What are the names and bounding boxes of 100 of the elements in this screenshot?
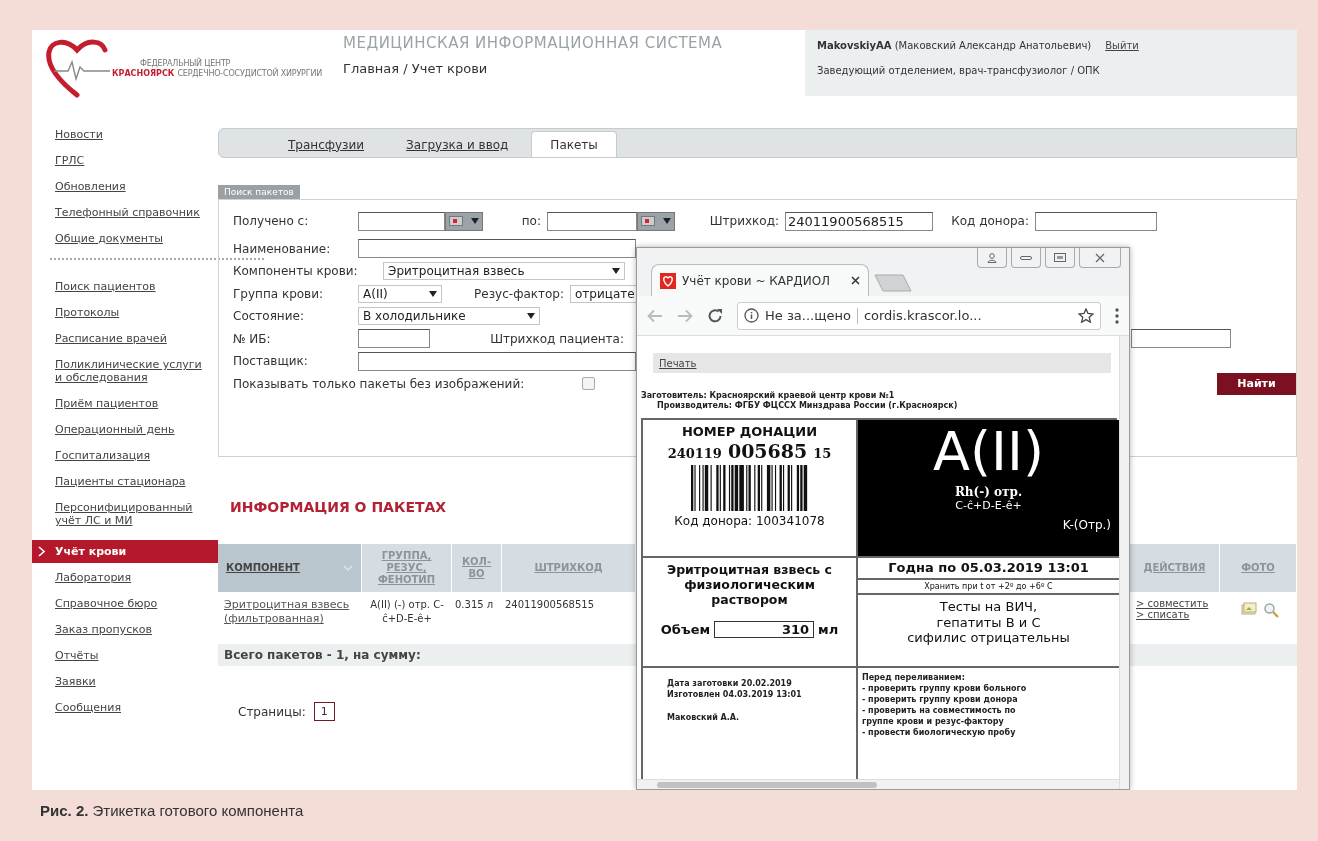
instruction-text: Перед переливанием: <box>862 672 965 683</box>
select-field[interactable]: Эритроцитная взвесь <box>383 262 625 281</box>
donor-code: Код донора: 100341078 <box>674 514 825 529</box>
tab[interactable]: Трансфузии <box>269 131 384 157</box>
search-button[interactable]: Найти <box>1217 372 1296 395</box>
select-field[interactable]: A(II) <box>358 284 442 303</box>
caret-icon <box>612 268 620 275</box>
field-label: Компоненты крови: <box>233 264 359 279</box>
input-field[interactable] <box>358 351 636 371</box>
sidebar-item[interactable]: Приём пациентов <box>32 397 218 410</box>
sidebar-item[interactable]: Новости <box>32 128 218 141</box>
chevron-icon <box>38 546 45 557</box>
favicon-icon <box>660 272 676 289</box>
star-icon[interactable] <box>1078 308 1094 323</box>
tab[interactable]: Пакеты <box>531 131 617 157</box>
input-field[interactable] <box>1035 211 1157 231</box>
sidebar-item[interactable]: Сообщения <box>32 701 218 714</box>
sidebar-item[interactable]: Учёт крови <box>32 540 218 563</box>
print-link[interactable]: Печать <box>659 357 697 369</box>
sidebar-item[interactable]: Госпитализация <box>32 449 218 462</box>
date-field[interactable] <box>547 211 637 231</box>
calendar-button[interactable] <box>445 211 483 231</box>
person-icon <box>987 252 997 263</box>
sidebar-item[interactable]: ГРЛС <box>32 154 218 167</box>
input-field[interactable] <box>358 329 430 349</box>
field-label: Получено с: <box>233 214 310 229</box>
column-header[interactable]: КОМПОНЕНТ <box>218 544 362 592</box>
sidebar-item[interactable]: Телефонный справочник <box>32 206 218 219</box>
browser-tab[interactable]: Учёт крови ~ КАРДИОЛ <box>651 264 869 296</box>
sidebar-item[interactable]: Персонифицированный учёт ЛС и МИ <box>32 501 218 527</box>
tests-text: Тесты на ВИЧ, гепатиты В и С сифилис отрицательны <box>907 599 1070 646</box>
table-cell-text: 24011900568515 <box>504 598 596 612</box>
sidebar-item[interactable]: Заявки <box>32 675 218 688</box>
instruction-text: - проверить на совместимость по группе крови и резус-фактору <box>862 705 1017 727</box>
sidebar-item[interactable]: Отчёты <box>32 649 218 662</box>
kell-factor: K-(Отр.) <box>1062 518 1111 533</box>
sidebar-item[interactable]: Поиск пациентов <box>32 280 218 293</box>
sidebar-item[interactable]: Обновления <box>32 180 218 193</box>
table-cell-text: 0.315 л <box>454 598 495 612</box>
tab-title: Учёт крови ~ КАРДИОЛ <box>682 273 832 288</box>
date-field[interactable] <box>358 211 445 231</box>
checkbox[interactable] <box>582 377 595 391</box>
url-text: cordis.krascor.lo... <box>863 308 982 323</box>
sidebar-item[interactable]: Поликлинические услуги и обследования <box>32 358 218 384</box>
calendar-icon <box>449 216 463 227</box>
input-field[interactable] <box>358 239 636 259</box>
caret-icon <box>527 313 535 320</box>
producer-text: Производитель: ФГБУ ФЦССХ Минздрава России (г.Красноярск) <box>657 401 958 410</box>
field-label: № ИБ: <box>233 331 272 346</box>
address-bar[interactable]: Не за...щено cordis.krascor.lo... <box>737 301 1101 330</box>
action-link[interactable]: > списать <box>1136 609 1190 620</box>
input-field[interactable] <box>1131 329 1231 349</box>
sidebar-item[interactable]: Общие документы <box>32 232 218 245</box>
field-label: Наименование: <box>233 241 332 256</box>
profile-button[interactable] <box>977 248 1007 268</box>
field-label: Поставщик: <box>233 354 309 369</box>
instruction-text: - провести биологическую пробу <box>862 727 1016 738</box>
donation-title: НОМЕР ДОНАЦИИ <box>681 424 818 440</box>
minimize-button[interactable] <box>1011 248 1041 268</box>
sidebar-item[interactable]: Лаборатория <box>32 571 218 584</box>
page-link[interactable]: 1 <box>313 702 335 721</box>
logout-link[interactable]: Выйти <box>1105 40 1139 51</box>
volume-label: Объем <box>660 621 711 638</box>
breadcrumb: Главная / Учет крови <box>343 61 488 76</box>
user-role: Заведующий отделением, врач-трансфузиолог / ОПК <box>817 65 1100 76</box>
reload-icon[interactable] <box>707 307 723 324</box>
caret-icon <box>663 218 671 225</box>
sidebar-item[interactable]: Заказ пропусков <box>32 623 218 636</box>
logo-city: КРАСНОЯРСК <box>112 68 175 78</box>
sidebar-item[interactable]: Пациенты стационара <box>32 475 218 488</box>
field-label: Показывать только пакеты без изображений: <box>233 376 526 391</box>
select-field[interactable]: отрицате <box>570 284 636 303</box>
logo-text: ФЕДЕРАЛЬНЫЙ ЦЕНТР <box>140 58 231 68</box>
instruction-text: - проверить группу крови больного <box>862 683 1027 694</box>
field-label: Код донора: <box>950 214 1030 229</box>
component-link[interactable]: Эритроцитная взвесь (фильтрованная) <box>218 592 362 644</box>
menu-icon[interactable] <box>1115 307 1119 324</box>
sidebar-item[interactable]: Операционный день <box>32 423 218 436</box>
calendar-button[interactable] <box>637 211 675 231</box>
close-icon[interactable] <box>851 276 860 285</box>
section-title: ИНФОРМАЦИЯ О ПАКЕТАХ <box>230 499 447 515</box>
sidebar-item[interactable]: Протоколы <box>32 306 218 319</box>
caret-icon <box>471 218 479 225</box>
scrollbar[interactable] <box>1119 336 1129 789</box>
input-field[interactable]: 24011900568515 <box>785 211 933 231</box>
maximize-icon <box>1054 253 1066 262</box>
tab[interactable]: Загрузка и ввод <box>387 131 528 157</box>
donation-number: 005685 <box>727 439 808 463</box>
action-link[interactable]: > совместить <box>1136 598 1209 609</box>
scrollbar[interactable] <box>637 779 1119 789</box>
sidebar-item[interactable]: Расписание врачей <box>32 332 218 345</box>
component-name: Эритроцитная взвесь с физиологическим раствором <box>666 562 833 607</box>
field-label: Штрихкод: <box>708 214 780 229</box>
sort-icon <box>343 565 353 571</box>
minimize-icon <box>1020 255 1032 260</box>
sidebar-item[interactable]: Справочное бюро <box>32 597 218 610</box>
user-name: MakovskiyAA (Маковский Александр Анатольевич) <box>817 40 1092 51</box>
procurer-text: Заготовитель: Красноярский краевой центр крови №1 <box>641 391 895 400</box>
maximize-button[interactable] <box>1045 248 1075 268</box>
select-field[interactable]: В холодильнике <box>358 307 540 326</box>
